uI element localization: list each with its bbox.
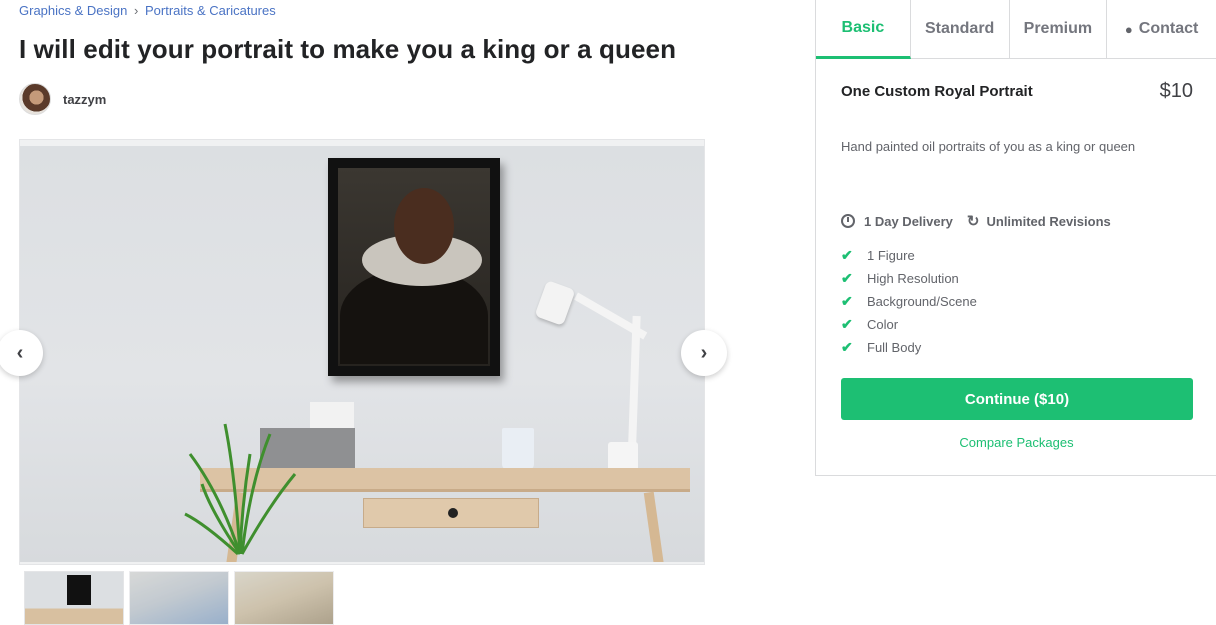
package-panel: Basic Standard Premium ● Contact One Cus… [815,0,1216,476]
revisions-label: Unlimited Revisions [986,213,1111,229]
tab-basic[interactable]: Basic [816,0,911,59]
check-icon: ✔ [841,316,853,332]
breadcrumb: Graphics & Design › Portraits & Caricatu… [19,3,276,18]
breadcrumb-graphics-design[interactable]: Graphics & Design [19,3,127,18]
seller-name[interactable]: tazzym [63,92,106,107]
clock-icon [841,214,855,228]
revisions: ↻ Unlimited Revisions [967,212,1111,230]
seller-avatar[interactable] [19,83,51,115]
check-icon: ✔ [841,293,853,309]
list-item: ✔ Background/Scene [841,290,977,313]
chat-bubble-icon: ● [1124,21,1133,37]
list-item: ✔ Color [841,313,977,336]
list-item: ✔ 1 Figure [841,244,977,267]
chevron-right-icon: › [700,341,708,364]
gig-gallery [19,139,705,565]
gallery-next-button[interactable]: › [681,330,727,376]
seller-info: tazzym [19,83,106,115]
package-description: Hand painted oil portraits of you as a k… [841,139,1136,154]
delivery-time: 1 Day Delivery [841,212,953,230]
gallery-thumbnails [24,571,334,625]
breadcrumb-separator: › [134,3,139,18]
feature-label: High Resolution [867,271,959,286]
feature-label: 1 Figure [867,248,915,263]
plant-image [184,423,297,556]
package-tabs: Basic Standard Premium ● Contact [816,0,1216,59]
check-icon: ✔ [841,339,853,355]
feature-label: Full Body [867,340,922,355]
compare-packages-link[interactable]: Compare Packages [816,435,1216,450]
package-name: One Custom Royal Portrait [841,83,1033,100]
continue-button[interactable]: Continue ($10) [841,378,1193,420]
check-icon: ✔ [841,270,853,286]
list-item: ✔ High Resolution [841,267,977,290]
check-icon: ✔ [841,247,853,263]
chevron-left-icon: ‹ [16,341,24,364]
package-price: $10 [1159,80,1193,102]
refresh-icon: ↻ [966,213,980,230]
tab-contact-label: Contact [1138,20,1199,37]
gallery-thumbnail[interactable] [234,571,334,625]
portrait-frame-image [328,158,500,376]
feature-label: Color [867,317,899,332]
package-features: ✔ 1 Figure ✔ High Resolution ✔ Background/S… [841,244,977,359]
gig-title: I will edit your portrait to make you a … [19,34,677,64]
tab-standard[interactable]: Standard [911,0,1010,58]
package-meta: 1 Day Delivery ↻ Unlimited Revisions [841,212,1111,230]
package-header: One Custom Royal Portrait $10 [841,80,1193,103]
gallery-main-image [20,146,704,562]
feature-label: Background/Scene [867,294,977,309]
tab-contact[interactable]: ● Contact [1107,0,1216,58]
gallery-thumbnail[interactable] [129,571,229,625]
breadcrumb-portraits-caricatures[interactable]: Portraits & Caricatures [145,3,276,18]
tab-premium[interactable]: Premium [1010,0,1108,58]
gallery-thumbnail[interactable] [24,571,124,625]
list-item: ✔ Full Body [841,336,977,359]
delivery-label: 1 Day Delivery [864,213,953,229]
